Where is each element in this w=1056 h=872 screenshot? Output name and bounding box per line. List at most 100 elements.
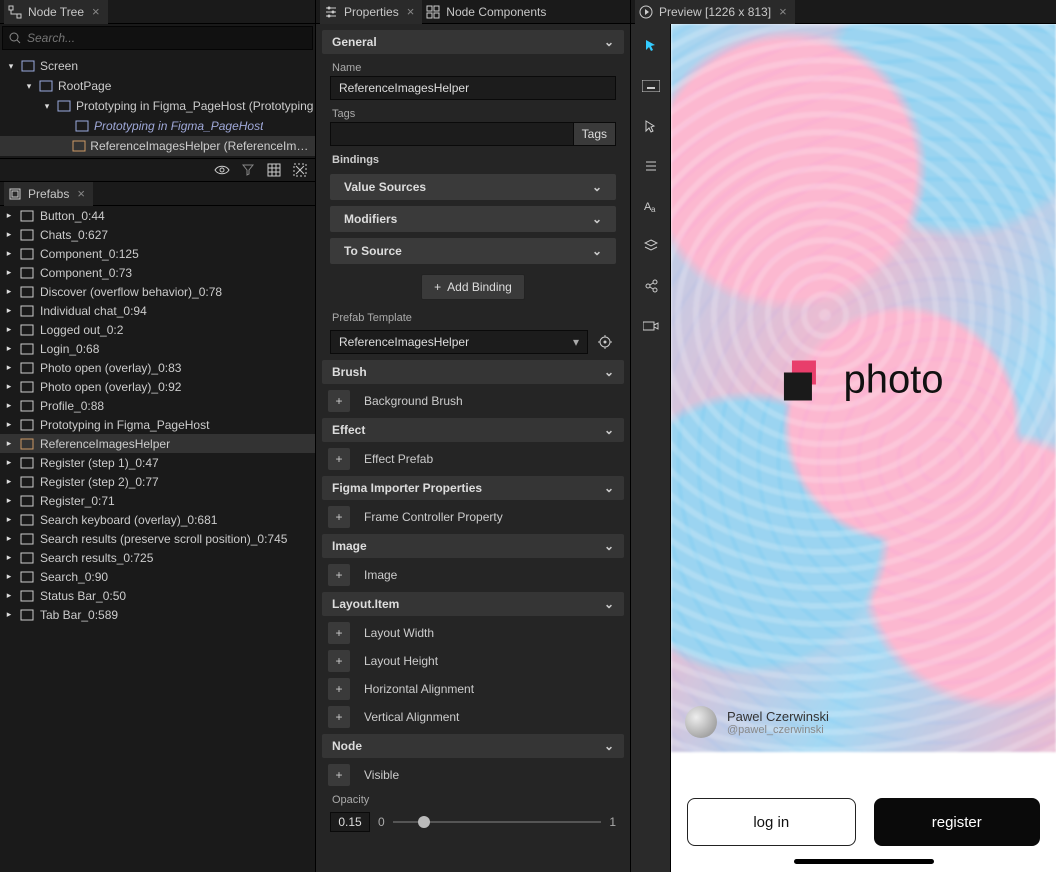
node-tree-search[interactable] [2, 26, 313, 50]
search-input[interactable] [27, 31, 306, 45]
locate-icon[interactable] [594, 332, 616, 352]
prefab-item[interactable]: ▸ Register (step 2)_0:77 [0, 472, 315, 491]
property-row[interactable]: +Vertical Alignment [328, 706, 618, 728]
share-icon[interactable] [639, 274, 663, 298]
plus-icon[interactable]: + [328, 564, 350, 586]
prefab-item[interactable]: ▸ Component_0:73 [0, 263, 315, 282]
section-image[interactable]: Image⌄ [322, 534, 624, 558]
layers-icon[interactable] [639, 234, 663, 258]
prefab-item[interactable]: ▸ Search keyboard (overlay)_0:681 [0, 510, 315, 529]
section-layout-item[interactable]: Layout.Item⌄ [322, 592, 624, 616]
close-icon[interactable]: × [92, 4, 100, 19]
prefab-item[interactable]: ▸ Photo open (overlay)_0:83 [0, 358, 315, 377]
plus-icon[interactable]: + [328, 622, 350, 644]
plus-icon[interactable]: + [328, 764, 350, 786]
text-style-icon[interactable]: Aa [639, 194, 663, 218]
prefab-item[interactable]: ▸ Login_0:68 [0, 339, 315, 358]
twisty-icon[interactable]: ▸ [4, 229, 14, 240]
prefab-item[interactable]: ▸ Search results (preserve scroll positi… [0, 529, 315, 548]
section-effect[interactable]: Effect⌄ [322, 418, 624, 442]
section-general[interactable]: General ⌄ [322, 30, 624, 54]
twisty-icon[interactable]: ▾ [6, 61, 16, 72]
property-row[interactable]: +Horizontal Alignment [328, 678, 618, 700]
twisty-icon[interactable]: ▸ [4, 419, 14, 430]
prefab-item[interactable]: ▸ Logged out_0:2 [0, 320, 315, 339]
prefab-item[interactable]: ▸ Search results_0:725 [0, 548, 315, 567]
twisty-icon[interactable]: ▸ [4, 343, 14, 354]
arrow-icon[interactable] [639, 114, 663, 138]
close-icon[interactable]: × [77, 186, 85, 201]
twisty-icon[interactable]: ▸ [4, 400, 14, 411]
camera-icon[interactable] [639, 314, 663, 338]
property-row[interactable]: +Layout Height [328, 650, 618, 672]
prefab-template-select[interactable]: ReferenceImagesHelper ▾ [330, 330, 588, 354]
prefab-item[interactable]: ▸ Register (step 1)_0:47 [0, 453, 315, 472]
prefab-item[interactable]: ▸ Status Bar_0:50 [0, 586, 315, 605]
deselect-icon[interactable] [289, 160, 311, 180]
twisty-icon[interactable]: ▾ [24, 81, 34, 92]
list-icon[interactable] [639, 154, 663, 178]
prefab-item[interactable]: ▸ Register_0:71 [0, 491, 315, 510]
tab-prefabs[interactable]: Prefabs × [4, 182, 93, 206]
twisty-icon[interactable]: ▸ [4, 324, 14, 335]
twisty-icon[interactable]: ▸ [4, 210, 14, 221]
tags-input[interactable] [330, 122, 574, 146]
prefab-item[interactable]: ▸ Tab Bar_0:589 [0, 605, 315, 624]
twisty-icon[interactable]: ▸ [4, 248, 14, 259]
section-figma[interactable]: Figma Importer Properties⌄ [322, 476, 624, 500]
section-modifiers[interactable]: Modifiers⌄ [330, 206, 616, 232]
twisty-icon[interactable]: ▸ [4, 495, 14, 506]
grid-icon[interactable] [263, 160, 285, 180]
name-input[interactable] [330, 76, 616, 100]
twisty-icon[interactable]: ▸ [4, 457, 14, 468]
tab-node-components[interactable]: Node Components [422, 0, 554, 24]
twisty-icon[interactable]: ▸ [4, 438, 14, 449]
visibility-icon[interactable] [211, 160, 233, 180]
twisty-icon[interactable]: ▸ [4, 476, 14, 487]
twisty-icon[interactable]: ▸ [4, 286, 14, 297]
prefab-item[interactable]: ▸ Profile_0:88 [0, 396, 315, 415]
prefab-item[interactable]: ▸ Prototyping in Figma_PageHost [0, 415, 315, 434]
opacity-slider[interactable] [393, 814, 602, 830]
keyboard-icon[interactable] [639, 74, 663, 98]
prefab-item[interactable]: ▸ ReferenceImagesHelper [0, 434, 315, 453]
property-row[interactable]: +Image [328, 564, 618, 586]
twisty-icon[interactable]: ▸ [4, 552, 14, 563]
prefab-item[interactable]: ▸ Chats_0:627 [0, 225, 315, 244]
plus-icon[interactable]: + [328, 650, 350, 672]
plus-icon[interactable]: + [328, 390, 350, 412]
section-to-source[interactable]: To Source⌄ [330, 238, 616, 264]
section-node[interactable]: Node⌄ [322, 734, 624, 758]
section-brush[interactable]: Brush⌄ [322, 360, 624, 384]
tab-properties[interactable]: Properties × [320, 0, 422, 24]
prefab-item[interactable]: ▸ Discover (overflow behavior)_0:78 [0, 282, 315, 301]
close-icon[interactable]: × [779, 4, 787, 19]
property-visible[interactable]: +Visible [328, 764, 618, 786]
prefab-item[interactable]: ▸ Photo open (overlay)_0:92 [0, 377, 315, 396]
tree-item[interactable]: ▾ RootPage [0, 76, 315, 96]
section-value-sources[interactable]: Value Sources⌄ [330, 174, 616, 200]
twisty-icon[interactable]: ▸ [4, 381, 14, 392]
plus-icon[interactable]: + [328, 506, 350, 528]
twisty-icon[interactable]: ▸ [4, 590, 14, 601]
plus-icon[interactable]: + [328, 678, 350, 700]
twisty-icon[interactable]: ▸ [4, 362, 14, 373]
tree-item[interactable]: ▾ Screen [0, 56, 315, 76]
property-row[interactable]: +Frame Controller Property [328, 506, 618, 528]
register-button[interactable]: register [874, 798, 1041, 846]
property-row[interactable]: +Layout Width [328, 622, 618, 644]
add-binding-button[interactable]: +Add Binding [421, 274, 525, 300]
twisty-icon[interactable]: ▸ [4, 571, 14, 582]
plus-icon[interactable]: + [328, 448, 350, 470]
tree-item[interactable]: ▾ Prototyping in Figma_PageHost (Prototy… [0, 96, 315, 116]
tags-button[interactable]: Tags [574, 122, 616, 146]
property-row[interactable]: +Effect Prefab [328, 448, 618, 470]
prefab-item[interactable]: ▸ Button_0:44 [0, 206, 315, 225]
plus-icon[interactable]: + [328, 706, 350, 728]
opacity-value[interactable] [330, 812, 370, 832]
twisty-icon[interactable]: ▸ [4, 305, 14, 316]
twisty-icon[interactable]: ▸ [4, 514, 14, 525]
tree-item[interactable]: Prototyping in Figma_PageHost [0, 116, 315, 136]
pointer-icon[interactable] [639, 34, 663, 58]
property-row[interactable]: +Background Brush [328, 390, 618, 412]
